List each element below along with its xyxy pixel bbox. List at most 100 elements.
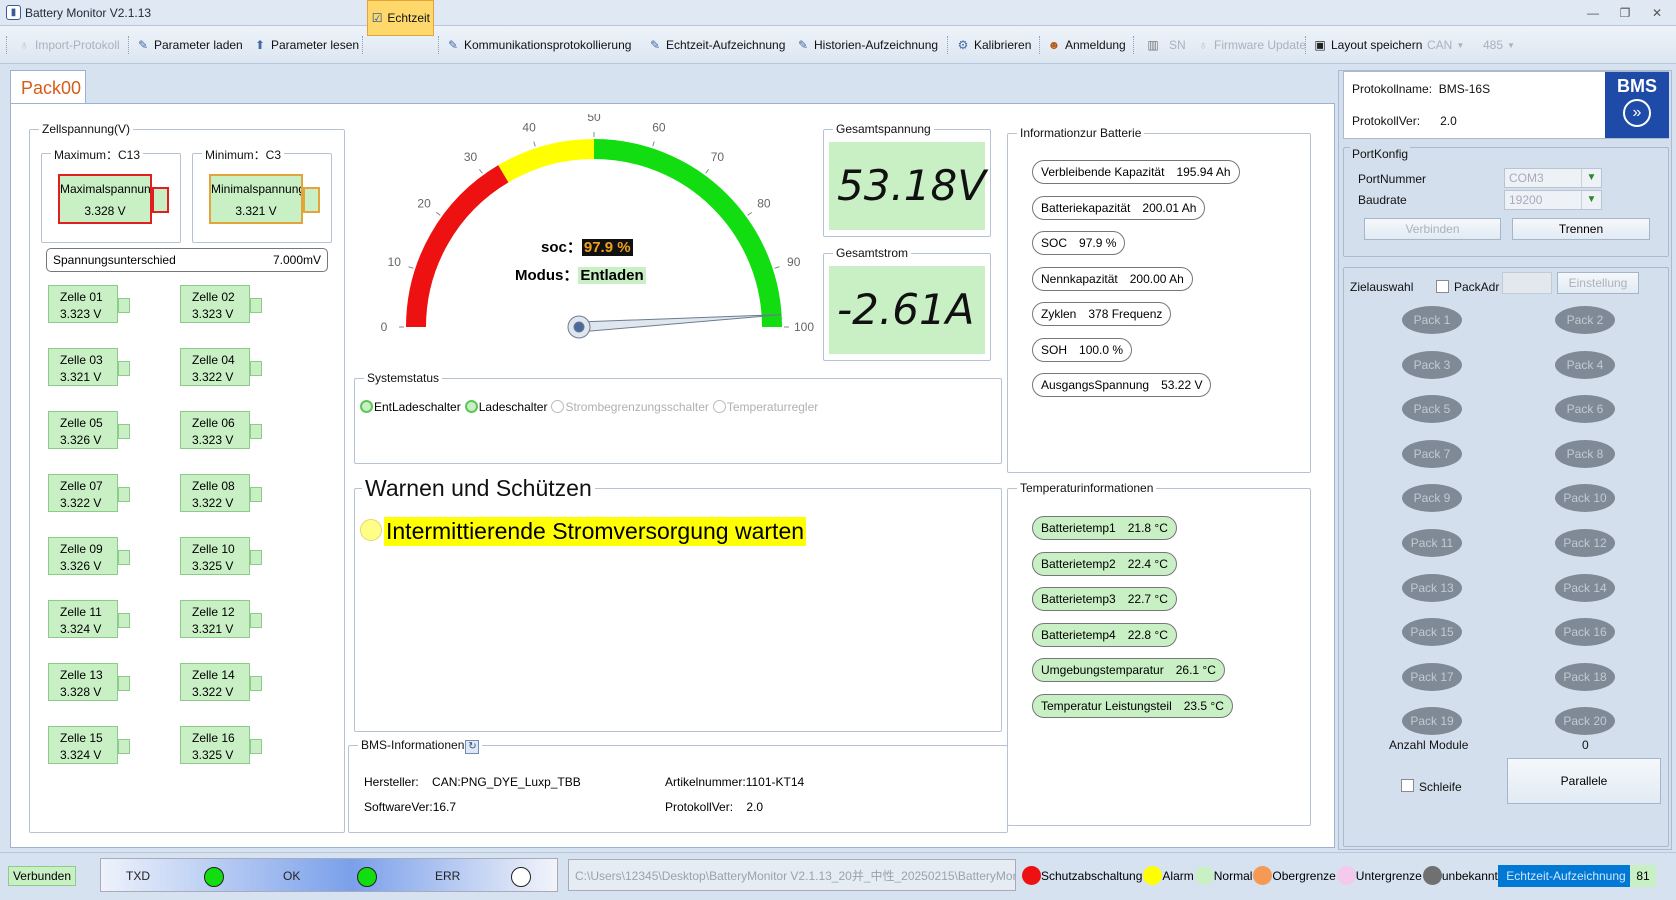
soc-readout: soc： 97.9 % — [541, 239, 633, 256]
cell-name: Zelle 12 — [192, 605, 235, 619]
restore-icon[interactable]: ❐ — [1612, 4, 1638, 22]
sn-button[interactable]: ▥ SN — [1138, 33, 1189, 57]
status-radio-icon — [464, 400, 478, 413]
einstellung-button[interactable]: Einstellung — [1557, 272, 1639, 294]
alarm-icon — [360, 519, 382, 541]
parameter-lesen-button[interactable]: ⬆ Parameter lesen — [250, 33, 362, 57]
pack-button[interactable]: Pack 3 — [1402, 350, 1462, 379]
temp-pill: Umgebungstemparatur 26.1 °C — [1032, 658, 1225, 682]
gauge-tick-label: 70 — [711, 150, 725, 164]
cell-value: 3.323 V — [60, 307, 102, 321]
pack-button[interactable]: Pack 13 — [1402, 573, 1462, 602]
cell-value: 3.326 V — [60, 559, 102, 573]
temp-label: Batterietemp3 — [1041, 592, 1116, 606]
gauge-tick — [533, 141, 536, 147]
gesamtspannung-value: 53.18V — [829, 142, 986, 230]
minimum-title: Minimum：C3 — [202, 146, 285, 163]
temp-value: 23.5 °C — [1183, 698, 1224, 713]
cell-name: Zelle 14 — [192, 668, 235, 682]
anmeldung-button[interactable]: ☻ Anmeldung — [1044, 33, 1129, 57]
status-radio-icon — [551, 400, 565, 413]
firmware-update-button[interactable]: ♁ Firmware Update — [1193, 33, 1309, 57]
pack-button[interactable]: Pack 6 — [1555, 395, 1615, 424]
pack-button[interactable]: Pack 11 — [1402, 529, 1462, 557]
legend-dot-icon — [1022, 866, 1041, 885]
status-bar: Verbunden TXD OK ERR C:\Users\12345\Desk… — [0, 852, 1676, 900]
cell-name: Zelle 09 — [60, 542, 103, 556]
import-protokoll-button[interactable]: ♁ Import-Protokoll — [14, 33, 123, 57]
modus-value: Entladen — [578, 267, 646, 284]
temp-value: 21.8 °C — [1127, 521, 1168, 535]
bms-info-title: BMS-Informationen ↻ — [358, 738, 483, 754]
minimum-group: Minimum：C3 Minimalspannung 3.321 V — [192, 146, 332, 243]
info-label: Batteriekapazität — [1041, 200, 1131, 215]
minimize-icon[interactable]: — — [1580, 4, 1606, 22]
cell-name: Zelle 15 — [60, 731, 103, 745]
kalibrieren-button[interactable]: ⚙ Kalibrieren — [953, 33, 1034, 57]
info-pill: SOC 97.9 % — [1032, 231, 1126, 255]
pack-button[interactable]: Pack 1 — [1402, 306, 1462, 334]
trennen-button[interactable]: Trennen — [1512, 218, 1650, 240]
status-radio-icon — [360, 400, 373, 413]
echtzeit-aufzeichnung-button[interactable]: ✎ Echtzeit-Aufzeichnung — [645, 33, 788, 57]
pack-button[interactable]: Pack 17 — [1402, 662, 1462, 691]
packadr-input[interactable] — [1502, 272, 1552, 294]
pack-button[interactable]: Pack 19 — [1402, 707, 1462, 736]
verbinden-button[interactable]: Verbinden — [1364, 218, 1501, 240]
chevron-down-icon: ▼ — [1581, 191, 1601, 209]
modus-readout: Modus： Entladen — [515, 267, 646, 284]
calibrate-icon: ⚙ — [957, 38, 969, 52]
info-label: Zyklen — [1041, 307, 1077, 321]
verbunden-status: Verbunden — [8, 866, 76, 886]
info-value: 100.0 % — [1079, 342, 1124, 357]
can-dropdown[interactable]: CAN ▼ — [1424, 33, 1467, 57]
protokollver-value: 2.0 — [1440, 114, 1457, 128]
485-dropdown[interactable]: 485 ▼ — [1480, 33, 1518, 57]
cell-name: Zelle 10 — [192, 542, 235, 556]
pack-button[interactable]: Pack 12 — [1555, 529, 1615, 557]
legend-label: Schutzabschaltung — [1041, 869, 1143, 883]
cell-value: 3.326 V — [60, 433, 102, 447]
tab-pack00[interactable]: Pack00 — [10, 70, 86, 104]
pack-button[interactable]: Pack 7 — [1402, 439, 1462, 468]
gauge-tick — [478, 168, 483, 174]
info-label: Verbleibende Kapazität — [1041, 165, 1165, 179]
gesamtstrom-group: Gesamtstrom -2.61A — [823, 246, 991, 361]
pack-button[interactable]: Pack 18 — [1555, 662, 1615, 691]
min-cell: Minimalspannung 3.321 V — [209, 174, 320, 224]
parallele-button[interactable]: Parallele — [1507, 758, 1661, 804]
pack-button[interactable]: Pack 14 — [1555, 573, 1615, 602]
portnummer-select[interactable]: COM3 ▼ — [1504, 168, 1602, 188]
cell-name: Zelle 08 — [192, 479, 235, 493]
pack-button[interactable]: Pack 4 — [1555, 350, 1615, 379]
schleife-checkbox[interactable] — [1401, 779, 1414, 792]
cell-item: Zelle 06 3.323 V — [180, 411, 262, 449]
pack-button[interactable]: Pack 8 — [1555, 439, 1615, 468]
baudrate-select[interactable]: 19200 ▼ — [1504, 190, 1602, 210]
cell-value: 3.321 V — [192, 622, 234, 636]
pack-button[interactable]: Pack 15 — [1402, 618, 1462, 647]
packadr-checkbox[interactable] — [1436, 280, 1449, 293]
gauge-tick-label: 80 — [757, 197, 771, 211]
kommunikation-button[interactable]: ✎ Kommunikationsprotokollierung — [443, 33, 634, 57]
forward-icon: » — [1623, 99, 1651, 127]
refresh-icon[interactable]: ↻ — [465, 740, 480, 754]
close-icon[interactable]: ✕ — [1644, 4, 1670, 22]
echtzeit-button[interactable]: ☑ Echtzeit — [367, 0, 434, 36]
cell-item: Zelle 14 3.322 V — [180, 663, 262, 701]
pack-button[interactable]: Pack 16 — [1555, 618, 1615, 647]
cell-value: 3.322 V — [192, 370, 234, 384]
pack-button[interactable]: Pack 20 — [1555, 707, 1615, 736]
parameter-laden-button[interactable]: ✎ Parameter laden — [133, 33, 246, 57]
pack-button[interactable]: Pack 10 — [1555, 484, 1615, 513]
pack-button[interactable]: Pack 2 — [1555, 306, 1615, 334]
arrow-up-icon: ⬆ — [254, 38, 266, 52]
historien-aufzeichnung-button[interactable]: ✎ Historien-Aufzeichnung — [793, 33, 941, 57]
gauge-tick-label: 10 — [388, 255, 402, 269]
pack-button[interactable]: Pack 9 — [1402, 484, 1462, 513]
title-bar: ▮ Battery Monitor V2.1.13 — ❐ ✕ — [0, 0, 1676, 26]
layout-speichern-button[interactable]: ▣ Layout speichern — [1310, 33, 1425, 57]
pack-button[interactable]: Pack 5 — [1402, 395, 1462, 424]
temp-value: 26.1 °C — [1175, 663, 1216, 677]
warn-message: Intermittierende Stromversorgung warten — [384, 517, 807, 546]
